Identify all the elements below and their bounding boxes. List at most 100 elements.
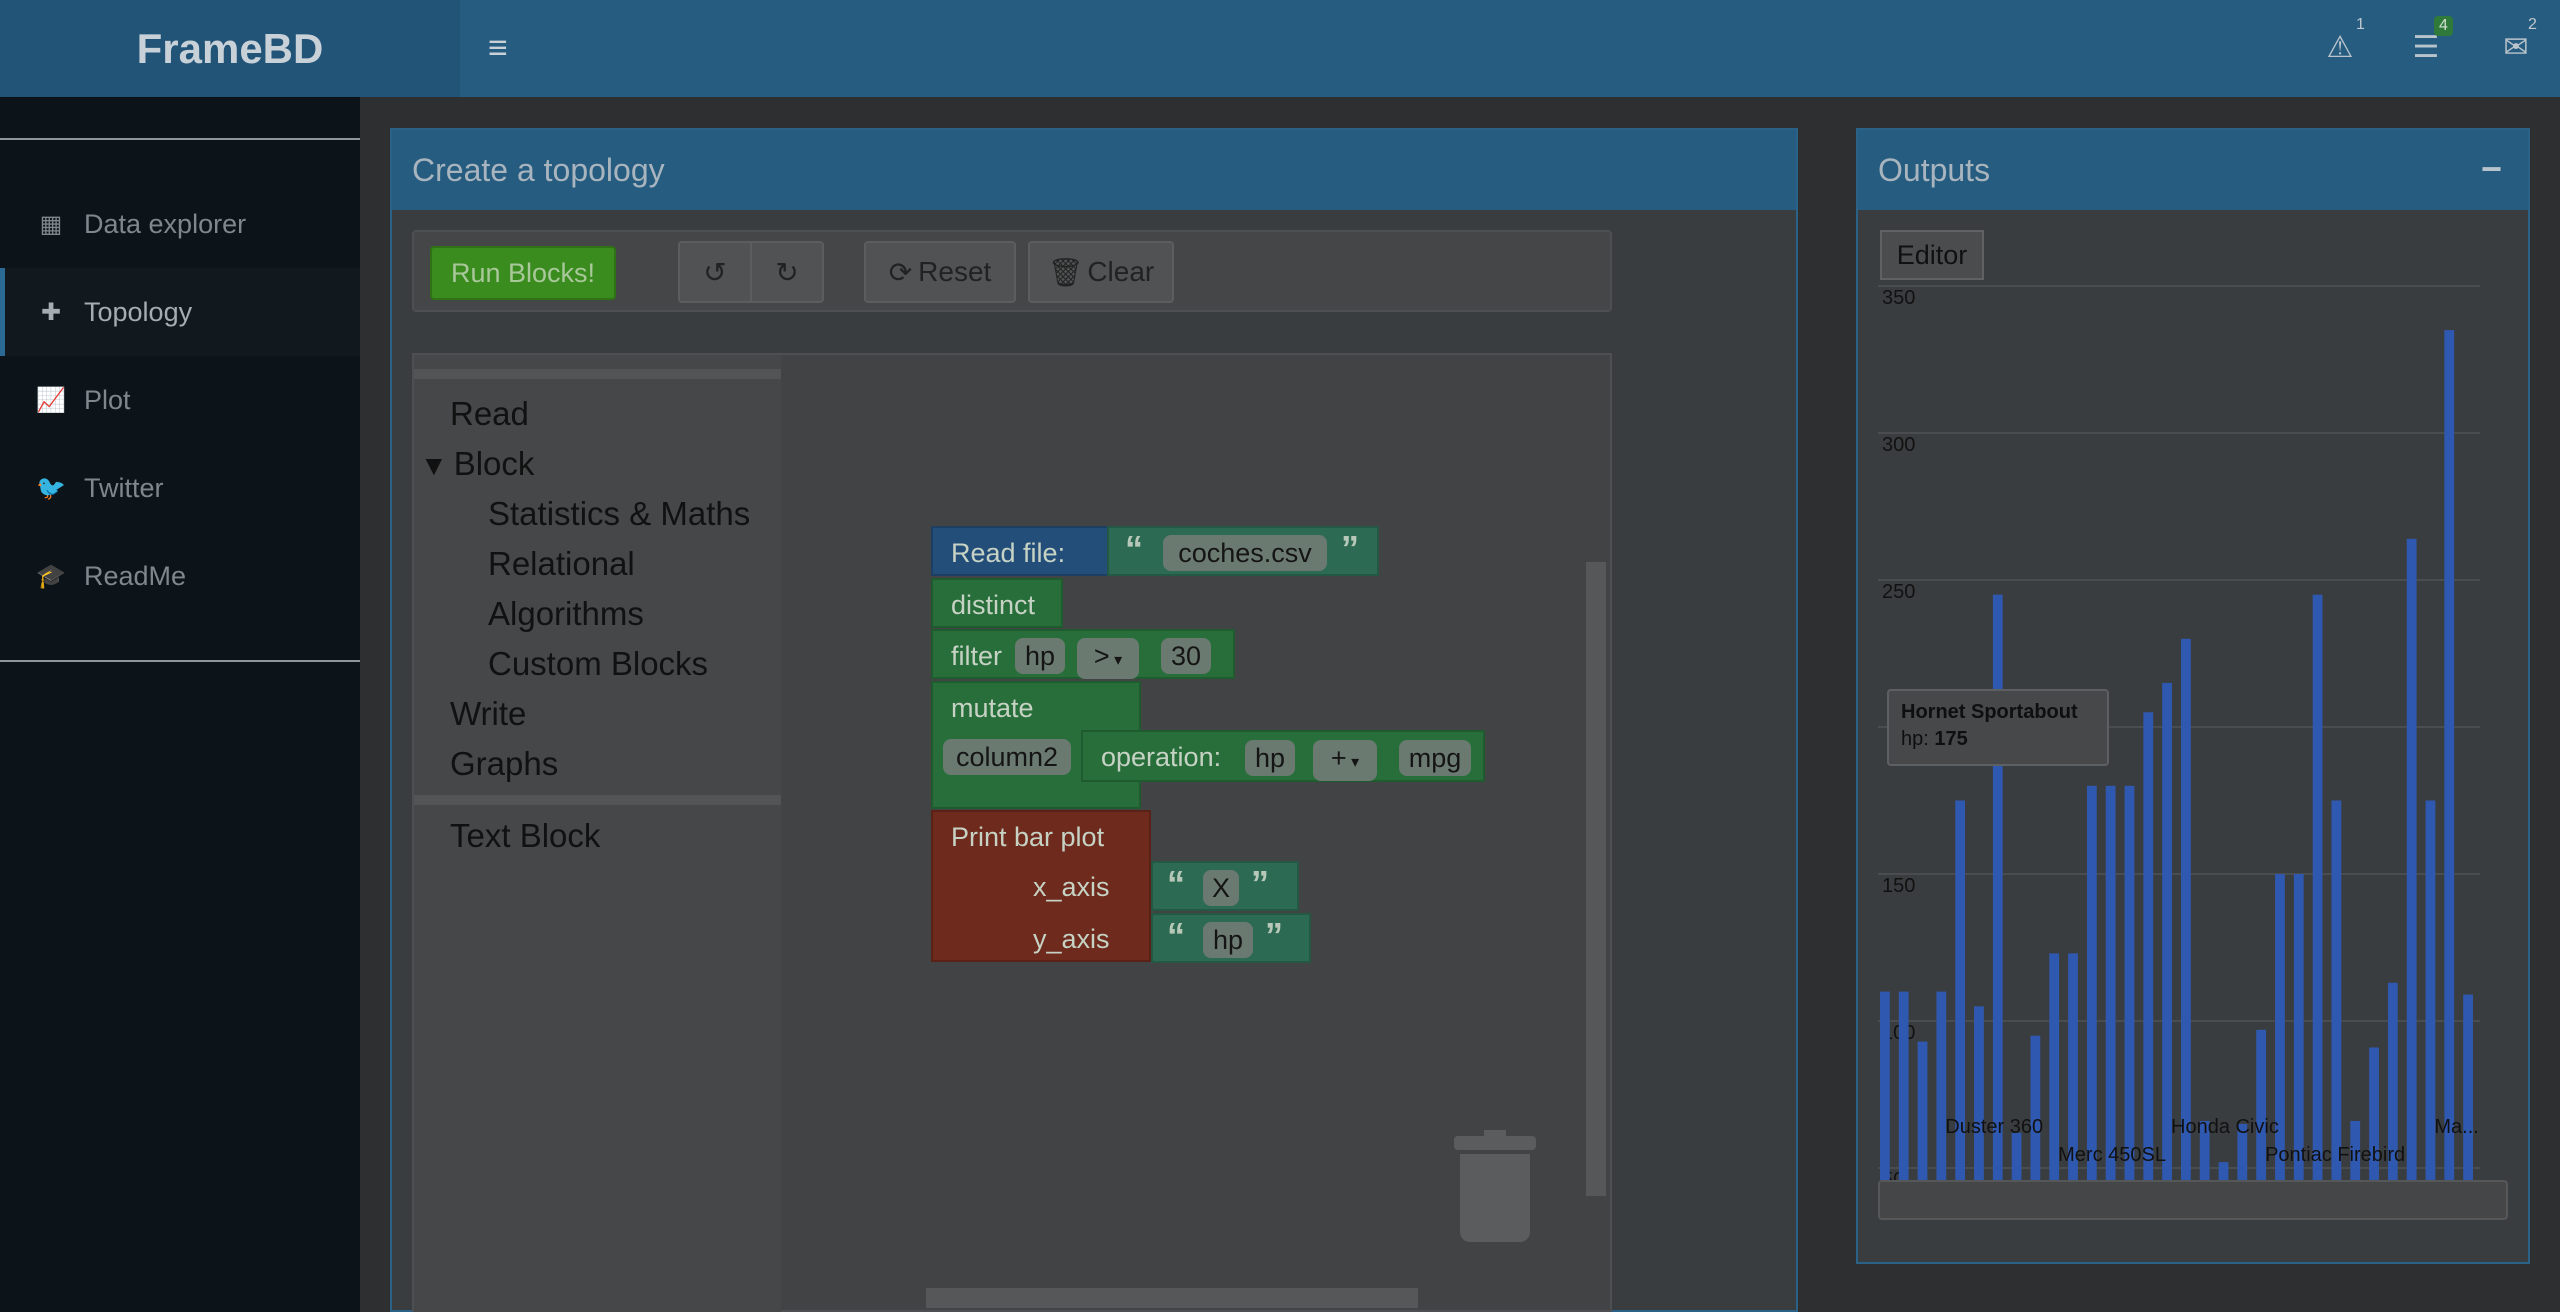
redo-icon: ↻: [775, 256, 799, 288]
twitter-icon: 🐦: [36, 474, 66, 502]
sidebar-item-plot[interactable]: 📈 Plot: [0, 356, 360, 444]
tooltip-title: Hornet Sportabout: [1901, 701, 2078, 723]
bar[interactable]: [2124, 785, 2135, 1180]
read-file-block[interactable]: Read file:: [931, 526, 1111, 576]
toolbox-algorithms[interactable]: Algorithms: [488, 595, 644, 633]
bar[interactable]: [1898, 991, 1909, 1180]
editor-tab[interactable]: Editor: [1880, 230, 1984, 280]
filter-operator-dropdown[interactable]: > ▾: [1077, 638, 1139, 679]
toolbox-block-label: Block: [453, 445, 535, 482]
reset-button[interactable]: ⟳ Reset: [864, 241, 1016, 303]
x-value-field[interactable]: X: [1203, 870, 1239, 906]
filter-field[interactable]: hp: [1015, 638, 1065, 674]
print-bar-plot-label: Print bar plot: [951, 822, 1105, 852]
bar[interactable]: [1992, 594, 2003, 1180]
bar[interactable]: [2463, 994, 2473, 1180]
redo-button[interactable]: ↻: [750, 241, 824, 303]
top-header: FrameBD ≡ ⚠ 1 ☰ 4 ✉ 2: [0, 0, 2560, 97]
toolbox-text-block[interactable]: Text Block: [450, 817, 600, 855]
line-chart-icon: 📈: [36, 386, 66, 414]
bar[interactable]: [2293, 874, 2304, 1180]
sidebar-item-topology[interactable]: ✚ Topology: [0, 268, 360, 356]
operation-right-field[interactable]: mpg: [1399, 740, 1471, 776]
blockly-toolbar: Run Blocks! ↺ ↻ ⟳ Reset 🗑 Clear: [412, 230, 1612, 312]
distinct-block[interactable]: distinct: [931, 578, 1063, 628]
bar[interactable]: [2162, 682, 2172, 1180]
bar[interactable]: [2030, 1035, 2041, 1180]
toolbox-write[interactable]: Write: [450, 695, 526, 733]
alerts-badge: 1: [2356, 16, 2365, 33]
bar[interactable]: [2406, 538, 2417, 1180]
blockly-workspace[interactable]: Read ▼ Block Statistics & Maths Relationa…: [412, 353, 1612, 1312]
close-quote-icon: ”: [1265, 915, 1283, 956]
messages-badge: 2: [2528, 16, 2537, 33]
bar[interactable]: [2444, 330, 2455, 1180]
bar[interactable]: [1974, 1006, 1984, 1180]
operation-sign-dropdown[interactable]: + ▾: [1313, 740, 1377, 781]
workspace-horizontal-scrollbar[interactable]: [926, 1288, 1418, 1308]
toolbox-separator: [414, 795, 781, 805]
bar[interactable]: [2105, 785, 2116, 1180]
dropdown-arrow-icon: ▾: [1109, 652, 1123, 669]
tasks-badge: 4: [2434, 16, 2453, 36]
table-icon: ▦: [39, 210, 63, 238]
workspace-vertical-scrollbar[interactable]: [1586, 562, 1606, 1196]
topology-panel-title: Create a topology: [392, 130, 1796, 210]
undo-icon: ↺: [703, 256, 727, 288]
filter-block[interactable]: filter hp > ▾ 30: [931, 629, 1235, 679]
chart-scrollbar[interactable]: [1878, 1180, 2508, 1220]
sidebar-item-readme[interactable]: 🎓 ReadMe: [0, 532, 360, 620]
filename-field[interactable]: coches.csv: [1163, 535, 1327, 571]
x-tick-label: Merc 450SL: [2058, 1144, 2166, 1166]
bar[interactable]: [1917, 1041, 1928, 1180]
outputs-panel-title: Outputs: [1858, 130, 2528, 210]
dropdown-arrow-icon: ▾: [1346, 754, 1360, 771]
workspace-trash-icon[interactable]: [1454, 1130, 1536, 1246]
mutate-column-field[interactable]: column2: [943, 739, 1071, 775]
toolbox-custom[interactable]: Custom Blocks: [488, 645, 708, 683]
bar[interactable]: [1936, 991, 1947, 1180]
y-value-field[interactable]: hp: [1203, 922, 1253, 958]
bar[interactable]: [2218, 1162, 2229, 1180]
operation-block[interactable]: operation: hp + ▾ mpg: [1081, 730, 1485, 782]
y-tick-label: 250: [1882, 581, 1915, 603]
alert-icon[interactable]: ⚠: [2320, 28, 2360, 68]
bar[interactable]: [1880, 991, 1890, 1180]
operation-label: operation:: [1101, 742, 1222, 772]
toolbox-read[interactable]: Read: [450, 395, 529, 433]
toolbox-stats[interactable]: Statistics & Maths: [488, 495, 750, 533]
text-block-y[interactable]: “ hp ”: [1151, 913, 1311, 963]
hamburger-menu-icon[interactable]: ≡: [488, 30, 516, 66]
envelope-icon[interactable]: ✉: [2496, 28, 2536, 68]
bar[interactable]: [2143, 712, 2154, 1180]
undo-button[interactable]: ↺: [678, 241, 752, 303]
app-logo[interactable]: FrameBD: [0, 0, 460, 97]
trash-icon: 🗑: [1047, 256, 1084, 288]
print-bar-plot-block[interactable]: Print bar plot x_axis y_axis: [931, 810, 1151, 962]
text-block-x[interactable]: “ X ”: [1151, 861, 1299, 911]
sidebar-item-data-explorer[interactable]: ▦ Data explorer: [0, 180, 360, 268]
toolbox-relational[interactable]: Relational: [488, 545, 635, 583]
clear-button[interactable]: 🗑 Clear: [1028, 241, 1174, 303]
run-blocks-button[interactable]: Run Blocks!: [430, 246, 616, 300]
bar[interactable]: [2086, 785, 2097, 1180]
toolbox-graphs[interactable]: Graphs: [450, 745, 558, 783]
sidebar-divider: [0, 138, 360, 140]
toolbox-block[interactable]: ▼ Block: [420, 445, 534, 483]
bar[interactable]: [2011, 1132, 2022, 1180]
bar[interactable]: [2331, 800, 2342, 1181]
filter-value-field[interactable]: 30: [1161, 638, 1211, 674]
operation-sign-value: +: [1330, 743, 1347, 773]
x-tick-label: Pontiac Firebird: [2265, 1144, 2405, 1166]
minimize-button[interactable]: −: [2481, 148, 2502, 190]
x-axis-label: x_axis: [1033, 872, 1110, 902]
bar[interactable]: [2312, 594, 2323, 1180]
operation-left-field[interactable]: hp: [1245, 740, 1295, 776]
sidebar: ▦ Data explorer ✚ Topology 📈 Plot 🐦 Twit…: [0, 97, 360, 1312]
mutate-label: mutate: [951, 693, 1034, 723]
x-tick-label: Duster 360: [1945, 1116, 2043, 1138]
sidebar-item-twitter[interactable]: 🐦 Twitter: [0, 444, 360, 532]
toolbox-separator: [414, 369, 781, 379]
bar[interactable]: [2181, 638, 2191, 1180]
text-block-filename[interactable]: “ coches.csv ”: [1107, 526, 1379, 576]
